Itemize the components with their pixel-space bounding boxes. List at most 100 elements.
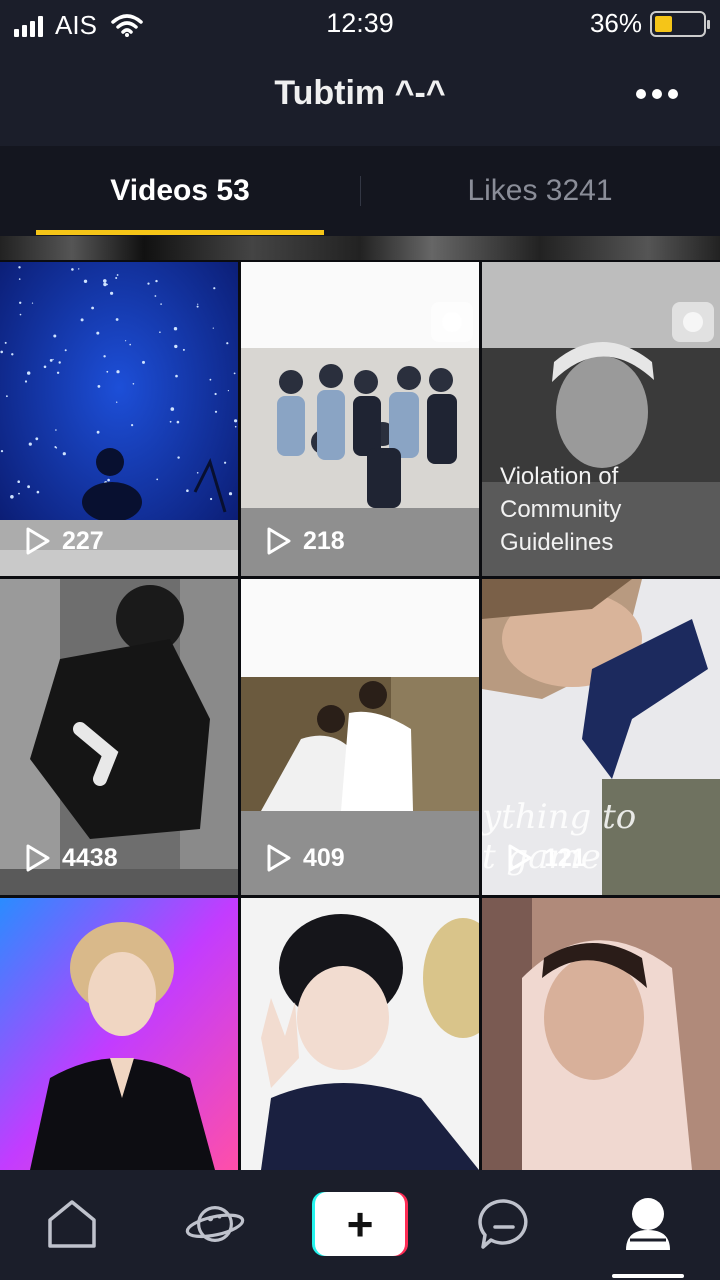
- battery-level: [655, 15, 672, 32]
- video-thumbnail[interactable]: ything to t game 121: [482, 579, 720, 895]
- photo-mode-badge-icon: [672, 302, 714, 342]
- status-bar: AIS 12:39 36%: [0, 0, 720, 48]
- star-dot: [116, 401, 118, 403]
- star-dot: [132, 383, 135, 385]
- star-dot: [64, 349, 67, 352]
- star-dot: [214, 392, 217, 396]
- star-dot: [91, 306, 94, 310]
- profile-header: Tubtim ^-^: [0, 48, 720, 146]
- star-dot: [170, 407, 175, 411]
- star-dot: [234, 425, 237, 428]
- star-dot: [224, 461, 227, 464]
- inbox-message-icon[interactable]: [474, 1194, 534, 1254]
- video-thumbnail[interactable]: [241, 898, 479, 1170]
- star-dot: [43, 365, 47, 369]
- more-options-icon[interactable]: [636, 84, 680, 104]
- star-dot: [10, 495, 14, 499]
- star-dot: [173, 327, 178, 331]
- star-dot: [233, 372, 236, 375]
- view-count-value: 409: [303, 843, 345, 872]
- star-dot: [226, 342, 229, 345]
- star-dot: [83, 279, 88, 283]
- video-thumbnail[interactable]: 227: [0, 262, 238, 576]
- peace-sign-image: [241, 898, 479, 1170]
- create-button[interactable]: +: [312, 1192, 408, 1256]
- star-dot: [212, 327, 214, 329]
- battery-icon: [650, 10, 710, 37]
- star-dot: [78, 268, 80, 270]
- star-dot: [18, 492, 20, 495]
- play-icon: [26, 844, 50, 872]
- tab-likes[interactable]: Likes 3241: [360, 146, 720, 236]
- star-dot: [142, 360, 145, 364]
- star-dot: [107, 478, 110, 482]
- video-thumbnail[interactable]: 4438: [0, 579, 238, 895]
- view-count-value: 218: [303, 526, 345, 555]
- star-dot: [54, 446, 57, 448]
- status-right: 36%: [589, 8, 710, 39]
- pink-hoodie-image: [482, 898, 720, 1170]
- star-dot: [228, 492, 233, 496]
- star-dot: [19, 313, 22, 316]
- star-dot: [186, 489, 189, 492]
- profile-icon[interactable]: [618, 1194, 678, 1254]
- tab-videos[interactable]: Videos 53: [0, 146, 360, 236]
- star-dot: [27, 485, 30, 489]
- star-dot: [24, 380, 28, 383]
- star-dot: [155, 279, 158, 283]
- violation-line: Community: [500, 496, 622, 523]
- violation-notice: Violation of Community Guidelines: [500, 460, 621, 559]
- play-icon: [508, 844, 532, 872]
- star-dot: [197, 303, 199, 305]
- star-dot: [176, 420, 180, 424]
- star-dot: [103, 282, 107, 287]
- star-dot: [159, 331, 161, 333]
- star-dot: [18, 278, 21, 280]
- star-dot: [11, 353, 14, 356]
- star-dot: [209, 378, 212, 381]
- violation-line: Violation of: [500, 463, 619, 490]
- star-dot: [175, 374, 178, 378]
- previous-row-strip: [0, 236, 720, 260]
- star-dot: [18, 266, 21, 269]
- active-nav-indicator: [612, 1274, 684, 1278]
- star-dot: [62, 452, 66, 456]
- star-dot: [196, 305, 199, 308]
- view-count-value: 227: [62, 526, 104, 555]
- play-icon: [267, 844, 291, 872]
- video-thumbnail[interactable]: 409: [241, 579, 479, 895]
- view-count: 218: [263, 526, 345, 556]
- star-dot: [52, 358, 54, 361]
- caption-line: ything to: [482, 797, 637, 837]
- star-dot: [36, 490, 40, 494]
- star-dot: [96, 331, 100, 335]
- star-dot: [125, 340, 127, 342]
- profile-tabs: Videos 53 Likes 3241: [0, 146, 720, 236]
- star-dot: [103, 355, 106, 358]
- discover-planet-icon[interactable]: [185, 1194, 245, 1254]
- video-thumbnail[interactable]: [0, 898, 238, 1170]
- star-dot: [160, 303, 162, 305]
- view-count: 4438: [22, 843, 118, 873]
- star-dot: [115, 318, 119, 321]
- star-dot: [106, 370, 109, 373]
- star-dot: [147, 282, 150, 285]
- star-dot: [182, 348, 185, 351]
- star-dot: [227, 390, 229, 392]
- profile-username: Tubtim ^-^: [274, 74, 446, 112]
- video-thumbnail[interactable]: 218: [241, 262, 479, 576]
- star-dot: [214, 410, 218, 413]
- star-dot: [131, 424, 134, 427]
- home-icon[interactable]: [42, 1194, 102, 1254]
- star-dot: [35, 437, 39, 441]
- video-thumbnail-restricted[interactable]: Violation of Community Guidelines: [482, 262, 720, 576]
- star-dot: [234, 419, 238, 423]
- battery-percent: 36%: [589, 8, 642, 38]
- star-dot: [196, 472, 199, 474]
- star-dot: [110, 291, 114, 295]
- star-dot: [96, 430, 100, 434]
- star-dot: [115, 277, 118, 279]
- video-thumbnail[interactable]: [482, 898, 720, 1170]
- star-dot: [27, 371, 31, 375]
- view-count: 227: [22, 526, 104, 556]
